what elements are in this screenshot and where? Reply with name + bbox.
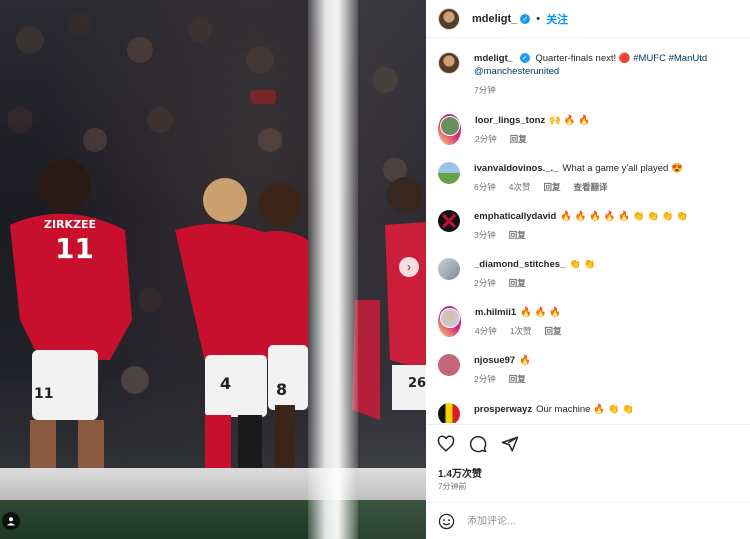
comment-text: 🔥: [519, 355, 532, 366]
comment-bar: [426, 502, 750, 539]
list-item: njosue97 🔥 2分钟 回复: [438, 354, 738, 385]
reply-button[interactable]: 回复: [544, 326, 561, 336]
list-item: _diamond_stitches_ 👏 👏 2分钟 回复: [438, 258, 738, 289]
post-header: mdeligt_ ✓ • 关注: [426, 0, 750, 38]
comment-time: 3分钟: [474, 230, 496, 240]
reply-button[interactable]: 回复: [509, 374, 526, 384]
post-time: 7分钟前: [438, 482, 467, 491]
comment-username[interactable]: m.hilmii1: [475, 307, 516, 318]
comments-list[interactable]: mdeligt_ ✓ Quarter-finals next! 🔴 #MUFC …: [426, 39, 750, 423]
comment-input[interactable]: [467, 515, 717, 527]
comment-text: What a game y'all played 😍: [562, 163, 683, 174]
avatar[interactable]: [439, 115, 460, 136]
header-username[interactable]: mdeligt_: [472, 13, 517, 25]
caption-mention[interactable]: @manchesterunited: [474, 66, 559, 77]
emoji-icon[interactable]: [438, 513, 455, 530]
comment-time: 4分钟: [475, 326, 497, 336]
reply-button[interactable]: 回复: [509, 230, 526, 240]
shorts-number: 11: [34, 386, 54, 402]
comment-text: Our machine 🔥 👏 👏: [536, 404, 634, 415]
avatar[interactable]: [438, 354, 460, 376]
comment-username[interactable]: prosperwayz: [474, 404, 532, 415]
caption-username[interactable]: mdeligt_: [474, 53, 513, 64]
comment-text: 🔥 🔥 🔥: [520, 307, 561, 318]
share-icon[interactable]: [501, 435, 519, 453]
post-photo[interactable]: ZIRKZEE 11 4 8 11 26 ›: [0, 0, 426, 539]
separator-dot: •: [536, 12, 541, 25]
comment-likes[interactable]: 4次赞: [509, 182, 531, 192]
avatar[interactable]: [439, 307, 460, 328]
translate-button[interactable]: 查看翻译: [573, 182, 607, 192]
verified-badge-icon: ✓: [520, 13, 531, 24]
shorts-number: 8: [276, 380, 288, 399]
post-actions: 1.4万次赞 7分钟前: [426, 424, 750, 502]
caption-hashtags[interactable]: #MUFC #ManUtd: [633, 53, 707, 64]
post-side-panel: mdeligt_ ✓ • 关注 mdeligt_ ✓ Quarter-final…: [426, 0, 750, 539]
goal-post: [308, 0, 358, 539]
reply-button[interactable]: 回复: [543, 182, 560, 192]
comment-time: 6分钟: [474, 182, 496, 192]
caption-meta: 7分钟: [474, 84, 707, 96]
list-item: m.hilmii1 🔥 🔥 🔥 4分钟 1次赞 回复: [438, 306, 738, 337]
player-de-ligt: [175, 178, 272, 470]
verified-badge-icon: ✓: [519, 53, 530, 64]
avatar[interactable]: [438, 258, 460, 280]
reply-button[interactable]: 回复: [510, 134, 527, 144]
reply-button[interactable]: 回复: [509, 278, 526, 288]
avatar[interactable]: [438, 52, 460, 74]
comment-time: 2分钟: [474, 278, 496, 288]
comment-time: 2分钟: [474, 374, 496, 384]
list-item: loor_lings_tonz 🙌 🔥 🔥 2分钟 回复: [438, 114, 738, 145]
caption: mdeligt_ ✓ Quarter-finals next! 🔴 #MUFC …: [438, 52, 738, 96]
next-arrow-icon[interactable]: ›: [399, 257, 419, 277]
avatar[interactable]: [438, 210, 460, 232]
caption-time: 7分钟: [474, 85, 496, 95]
avatar[interactable]: [438, 162, 460, 184]
comment-username[interactable]: ivanvaldovinos._._: [474, 163, 558, 174]
comment-time: 2分钟: [475, 134, 497, 144]
shirt-number: 11: [55, 232, 94, 265]
caption-text: Quarter-finals next! 🔴: [535, 53, 631, 64]
follow-button[interactable]: 关注: [546, 11, 568, 27]
comment-text: 🙌 🔥 🔥: [549, 115, 590, 126]
comment-username[interactable]: njosue97: [474, 355, 515, 366]
heart-icon[interactable]: [437, 435, 455, 453]
shorts-number: 26: [408, 376, 426, 391]
avatar[interactable]: [438, 403, 460, 423]
tag-user-icon[interactable]: [2, 512, 20, 530]
comment-username[interactable]: _diamond_stitches_: [474, 259, 565, 270]
avatar[interactable]: [438, 7, 460, 30]
comment-username[interactable]: emphaticallydavid: [474, 211, 556, 222]
shirt-name: ZIRKZEE: [44, 218, 97, 231]
comment-likes[interactable]: 1次赞: [510, 326, 532, 336]
list-item: prosperwayz Our machine 🔥 👏 👏: [438, 403, 738, 423]
comment-username[interactable]: loor_lings_tonz: [475, 115, 545, 126]
list-item: emphaticallydavid 🔥 🔥 🔥 🔥 🔥 👏 👏 👏 👏 3分钟 回复: [438, 210, 738, 241]
list-item: ivanvaldovinos._._ What a game y'all play…: [438, 162, 738, 193]
comment-text: 👏 👏: [569, 259, 596, 270]
comment-text: 🔥 🔥 🔥 🔥 🔥 👏 👏 👏 👏: [560, 211, 688, 222]
shorts-number: 4: [220, 374, 232, 393]
likes-count[interactable]: 1.4万次赞: [438, 465, 482, 480]
comment-icon[interactable]: [469, 435, 487, 453]
